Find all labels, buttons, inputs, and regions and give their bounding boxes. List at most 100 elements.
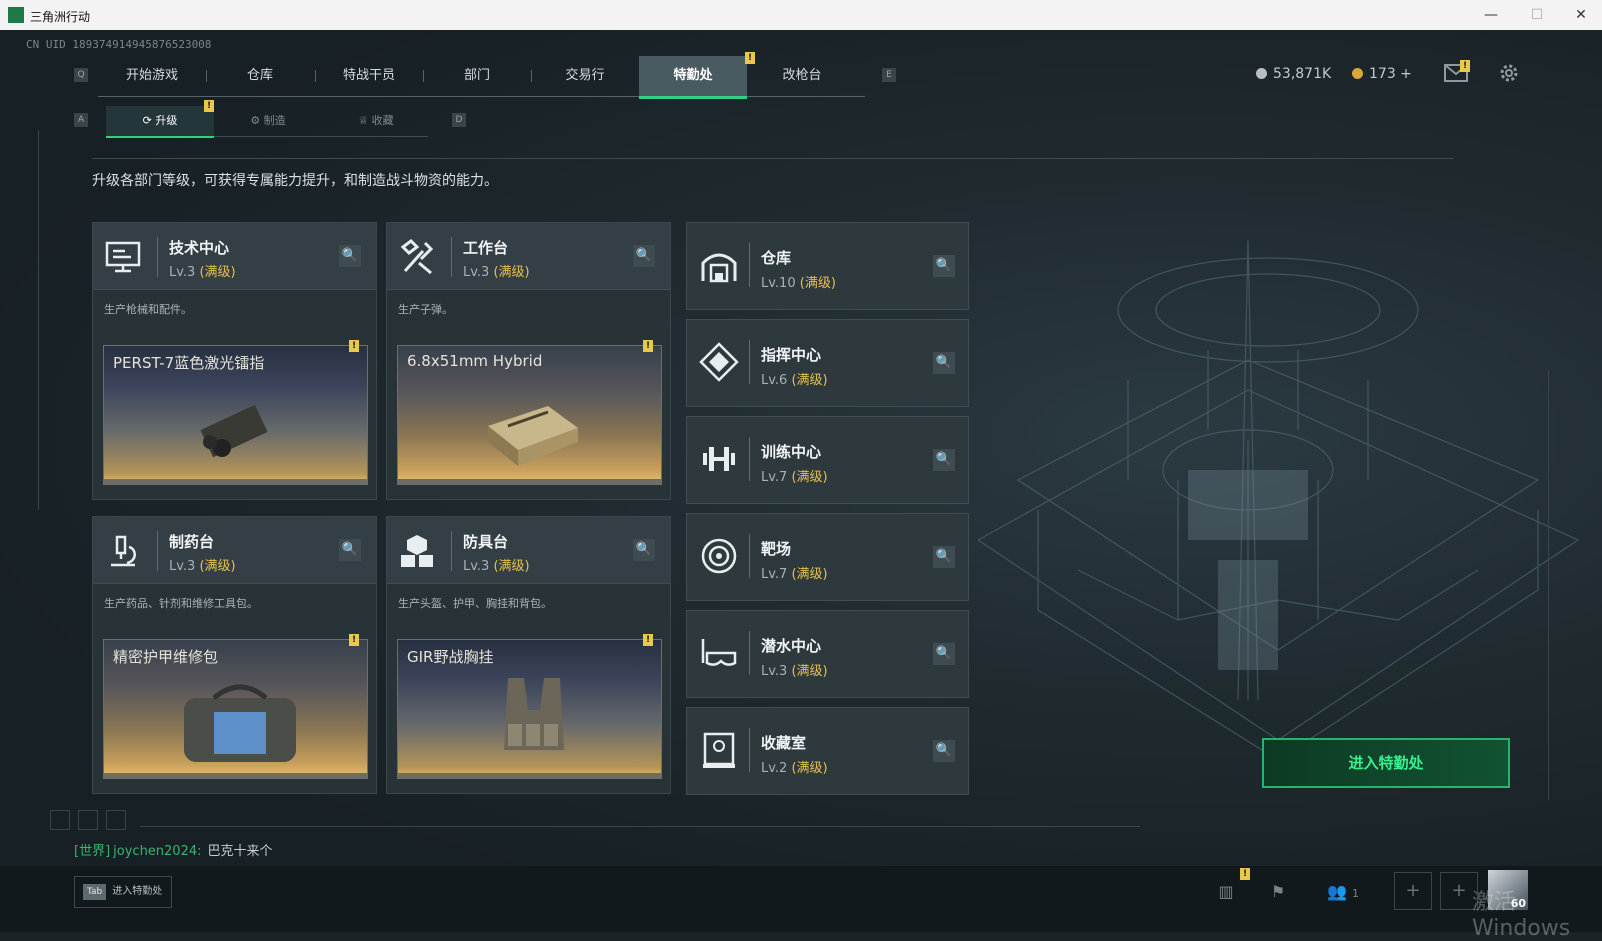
settings-gear-icon[interactable] bbox=[1498, 62, 1520, 84]
subtab-upgrade[interactable]: ⟳ 升级 bbox=[106, 106, 214, 138]
flag-icon[interactable]: ⚑ bbox=[1260, 874, 1296, 910]
currency-money: 53,871K bbox=[1256, 66, 1331, 82]
header-divider bbox=[157, 237, 158, 277]
department-card-tech-center[interactable]: 技术中心 Lv.3 (满级) 🔍 生产枪械和配件。 PERST-7蓝色激光镭指 … bbox=[92, 222, 377, 500]
facility-row-command-center[interactable]: 指挥中心 Lv.6 (满级) 🔍 bbox=[686, 319, 969, 407]
facility-row-collection-room[interactable]: 收藏室 Lv.2 (满级) 🔍 bbox=[686, 707, 969, 795]
craft-item-slot[interactable]: 6.8x51mm Hybrid bbox=[397, 345, 662, 485]
facility-level: Lv.10 (满级) bbox=[761, 272, 836, 291]
progress-bar bbox=[104, 479, 367, 484]
silver-coin-icon bbox=[1256, 68, 1267, 79]
level-value: Lv.7 bbox=[761, 567, 788, 582]
diving-mask-icon bbox=[701, 639, 737, 666]
repair-kit-image bbox=[184, 684, 296, 762]
level-value: Lv.3 bbox=[463, 559, 490, 574]
department-name: 制药台 bbox=[169, 533, 215, 551]
department-card-armor[interactable]: 防具台 Lv.3 (满级) 🔍 生产头盔、护甲、胸挂和背包。 GIR野战胸挂 ! bbox=[386, 516, 671, 794]
facility-row-warehouse[interactable]: 仓库 Lv.10 (满级) 🔍 bbox=[686, 222, 969, 310]
friends-button[interactable]: 👥 1 bbox=[1318, 874, 1368, 910]
subtab-collection[interactable]: ♕ 收藏 bbox=[322, 106, 430, 136]
level-value: Lv.3 bbox=[169, 265, 196, 280]
tab-operators[interactable]: 特战干员 bbox=[315, 56, 423, 96]
department-desc: 生产子弹。 bbox=[398, 303, 453, 316]
facility-level: Lv.2 (满级) bbox=[761, 757, 828, 776]
subtab-upgrade-label: 升级 bbox=[155, 114, 178, 127]
search-icon[interactable]: 🔍 bbox=[339, 539, 361, 561]
key-hint-a: A bbox=[74, 113, 88, 127]
search-icon[interactable]: 🔍 bbox=[933, 255, 955, 277]
tab-trading[interactable]: 交易行 bbox=[531, 56, 639, 96]
maximize-button[interactable]: ☐ bbox=[1514, 0, 1560, 30]
craft-item-slot[interactable]: PERST-7蓝色激光镭指 bbox=[103, 345, 368, 485]
tab-departments[interactable]: 部门 bbox=[423, 56, 531, 96]
facility-row-training-center[interactable]: 训练中心 Lv.7 (满级) 🔍 bbox=[686, 416, 969, 504]
header-divider bbox=[451, 237, 452, 277]
level-value: Lv.3 bbox=[761, 664, 788, 679]
card-header: 制药台 Lv.3 (满级) 🔍 bbox=[93, 517, 376, 584]
search-icon[interactable]: 🔍 bbox=[933, 352, 955, 374]
tab-special-ops[interactable]: 特勤处 bbox=[639, 56, 747, 99]
department-name: 技术中心 bbox=[169, 239, 230, 257]
frame-line bbox=[1548, 370, 1549, 800]
department-card-pharmacy[interactable]: 制药台 Lv.3 (满级) 🔍 生产药品、针剂和维修工具包。 精密护甲维修包 ! bbox=[92, 516, 377, 794]
add-party-slot-button[interactable]: + bbox=[1394, 872, 1432, 910]
department-card-workbench[interactable]: 工作台 Lv.3 (满级) 🔍 生产子弹。 6.8x51mm Hybrid ! bbox=[386, 222, 671, 500]
search-icon[interactable]: 🔍 bbox=[933, 643, 955, 665]
department-name: 防具台 bbox=[463, 533, 509, 551]
level-status: (满级) bbox=[791, 761, 828, 776]
facility-row-shooting-range[interactable]: 靶场 Lv.7 (满级) 🔍 bbox=[686, 513, 969, 601]
frame-square bbox=[78, 810, 98, 830]
search-icon[interactable]: 🔍 bbox=[633, 245, 655, 267]
subtab-alert-badge: ! bbox=[204, 100, 214, 112]
craft-item-slot[interactable]: GIR野战胸挂 bbox=[397, 639, 662, 779]
ammo-box-image bbox=[488, 406, 578, 466]
progress-bar bbox=[398, 479, 661, 484]
divider-line bbox=[92, 158, 1454, 159]
tab-warehouse[interactable]: 仓库 bbox=[206, 56, 314, 96]
tab-hint-button[interactable]: Tab 进入特勤处 bbox=[74, 876, 172, 908]
search-icon[interactable]: 🔍 bbox=[633, 539, 655, 561]
facility-name: 训练中心 bbox=[761, 443, 822, 461]
world-chat-line[interactable]: [世界] joychen2024: 巴克十来个 bbox=[74, 840, 273, 859]
stats-chart-icon[interactable]: ▥ bbox=[1208, 874, 1244, 910]
windows-activation-watermark: 激活 Windows bbox=[1472, 890, 1571, 941]
craft-item-name: 精密护甲维修包 bbox=[113, 648, 219, 666]
search-icon[interactable]: 🔍 bbox=[933, 740, 955, 762]
frame-square bbox=[106, 810, 126, 830]
minimize-button[interactable]: — bbox=[1468, 0, 1514, 30]
enter-special-ops-button[interactable]: 进入特勤处 bbox=[1262, 738, 1510, 788]
department-level: Lv.3 (满级) bbox=[169, 555, 236, 574]
tab-gunsmith[interactable]: 改枪台 bbox=[748, 56, 856, 96]
level-status: (满级) bbox=[791, 664, 828, 679]
facility-row-diving-center[interactable]: 潜水中心 Lv.3 (满级) 🔍 bbox=[686, 610, 969, 698]
microscope-icon bbox=[111, 535, 136, 567]
header-divider bbox=[451, 531, 452, 571]
level-value: Lv.10 bbox=[761, 276, 796, 291]
subtab-craft[interactable]: ⚙ 制造 bbox=[214, 106, 322, 136]
level-status: (满级) bbox=[199, 265, 236, 280]
gold-coin-icon bbox=[1352, 68, 1363, 79]
card-header: 防具台 Lv.3 (满级) 🔍 bbox=[387, 517, 670, 584]
chat-user: joychen2024: bbox=[113, 844, 202, 859]
craft-item-name: PERST-7蓝色激光镭指 bbox=[113, 354, 265, 372]
progress-bar bbox=[398, 773, 661, 778]
laser-sight-image bbox=[200, 404, 268, 458]
craft-item-slot[interactable]: 精密护甲维修包 bbox=[103, 639, 368, 779]
tab-start-game[interactable]: 开始游戏 bbox=[98, 56, 206, 96]
tab-alert-badge: ! bbox=[745, 52, 755, 64]
search-icon[interactable]: 🔍 bbox=[933, 449, 955, 471]
row-divider bbox=[749, 243, 750, 287]
craft-item-name: 6.8x51mm Hybrid bbox=[407, 352, 543, 370]
level-value: Lv.3 bbox=[463, 265, 490, 280]
stats-alert-badge: ! bbox=[1240, 868, 1250, 880]
search-icon[interactable]: 🔍 bbox=[339, 245, 361, 267]
facility-level: Lv.7 (满级) bbox=[761, 563, 828, 582]
level-value: Lv.7 bbox=[761, 470, 788, 485]
close-button[interactable]: ✕ bbox=[1558, 0, 1602, 30]
search-icon[interactable]: 🔍 bbox=[933, 546, 955, 568]
tools-icon bbox=[400, 239, 434, 275]
currency-coins[interactable]: 173 + bbox=[1352, 66, 1412, 82]
facility-name: 仓库 bbox=[761, 249, 792, 267]
friends-count: 1 bbox=[1352, 887, 1359, 900]
department-level: Lv.3 (满级) bbox=[169, 261, 236, 280]
